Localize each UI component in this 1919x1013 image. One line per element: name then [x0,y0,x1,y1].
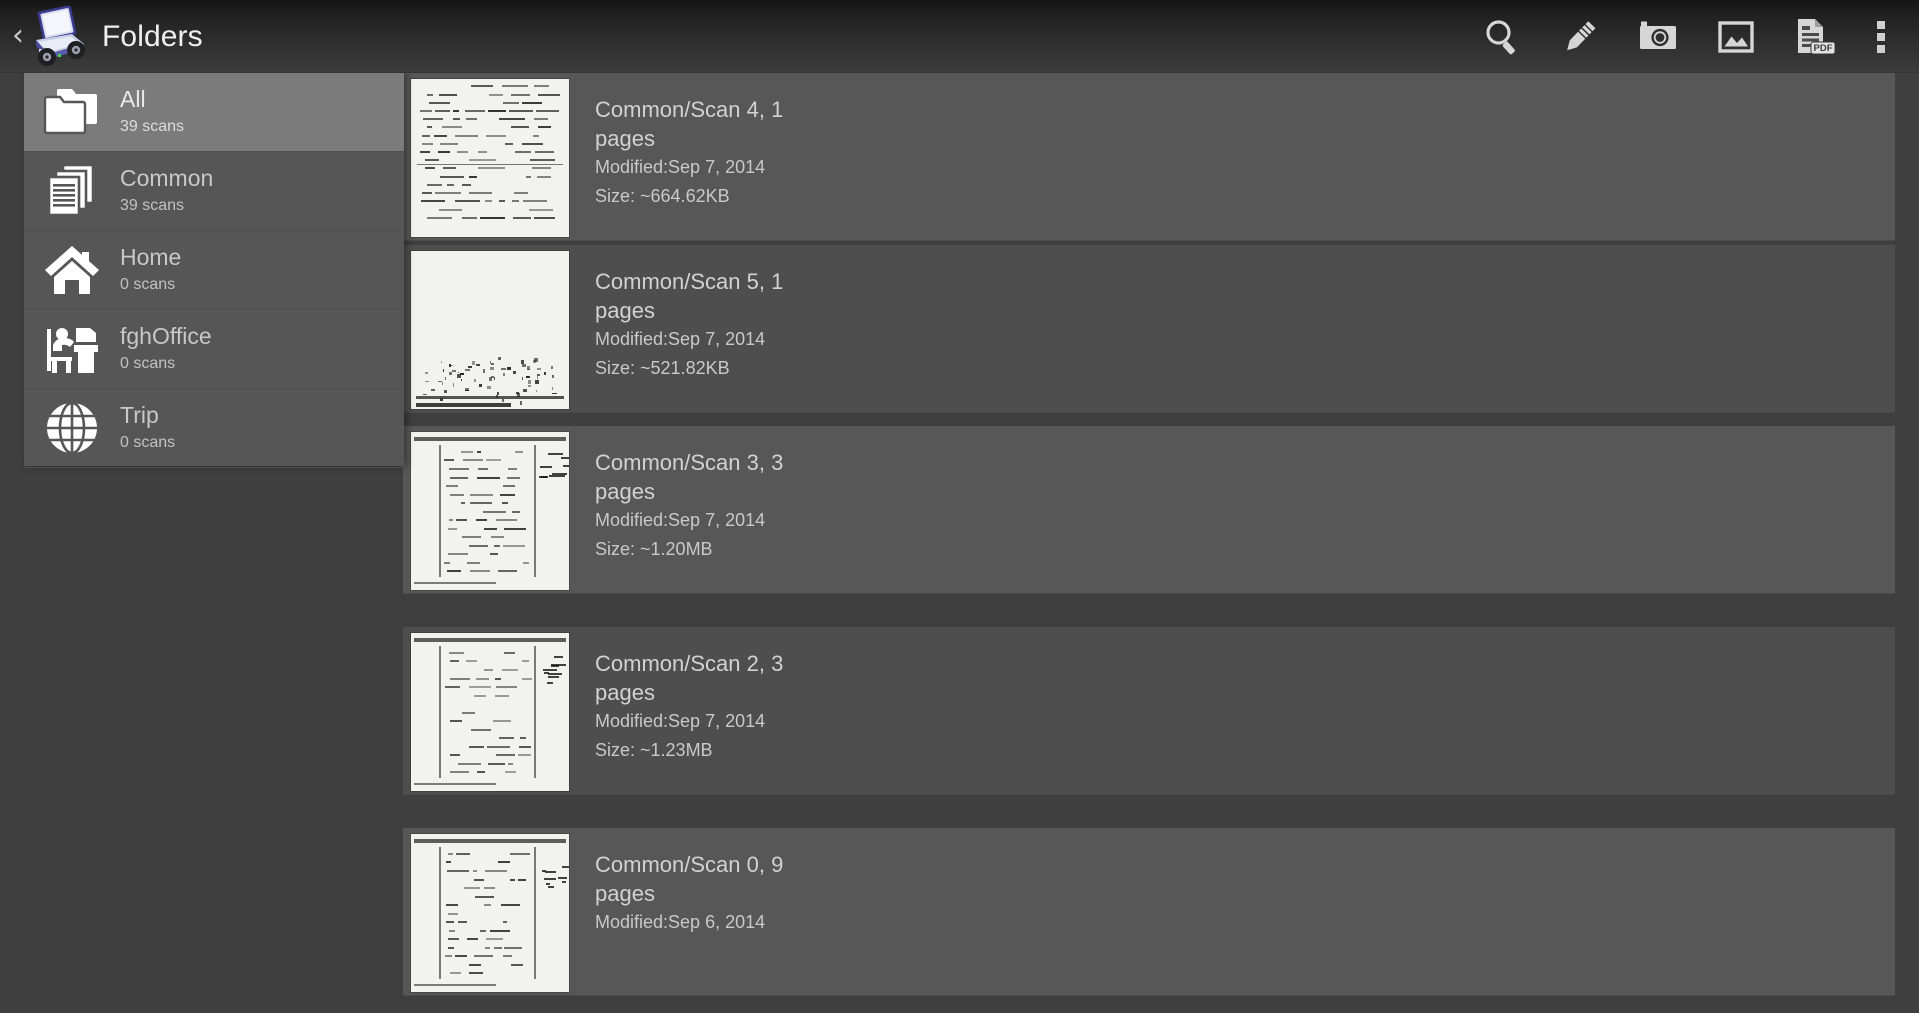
scan-title: Common/Scan 4, 1 pages [595,97,784,151]
scan-title: Common/Scan 3, 3 pages [595,450,784,504]
pdf-file-icon: PDF [1791,15,1837,59]
thumbnail-container [403,245,585,412]
page-title: Folders [102,19,203,53]
navigation-drawer: All 39 scans Common 39 scans Home 0 scan… [24,73,404,468]
sidebar-item-label: Trip [120,402,159,428]
scan-list-item[interactable]: Common/Scan 2, 3 pages Modified:Sep 7, 2… [403,627,1895,795]
scan-metadata: Common/Scan 5, 1 pages Modified:Sep 7, 2… [585,245,805,412]
scan-list-item[interactable]: Common/Scan 3, 3 pages Modified:Sep 7, 2… [403,426,1895,594]
scan-modified: Modified:Sep 7, 2014 [595,510,766,530]
toolbar-actions: PDF [1463,0,1919,73]
sidebar-item-label: Common [120,165,214,191]
list-gap [403,795,1919,828]
scan-metadata: Common/Scan 2, 3 pages Modified:Sep 7, 2… [585,627,805,794]
sidebar-item-common[interactable]: Common 39 scans [24,152,404,231]
scan-modified: Modified:Sep 7, 2014 [595,157,766,177]
scan-title: Common/Scan 2, 3 pages [595,651,784,705]
sidebar-item-count: 0 scans [120,434,176,451]
scan-size: Size: ~1.20MB [595,539,713,559]
scan-metadata: Common/Scan 3, 3 pages Modified:Sep 7, 2… [585,426,805,593]
sidebar-item-text: All 39 scans [120,86,184,138]
gallery-button[interactable] [1697,0,1775,73]
search-icon [1481,16,1523,58]
scan-metadata: Common/Scan 4, 1 pages Modified:Sep 7, 2… [585,73,805,240]
scanned-blank-page-thumbnail[interactable] [411,251,569,409]
thumbnail-container [403,828,585,995]
sidebar-item-count: 0 scans [120,355,176,372]
scan-metadata: Common/Scan 0, 9 pages Modified:Sep 6, 2… [585,828,805,995]
sidebar-item-count: 0 scans [120,276,176,293]
image-icon [1715,16,1757,58]
sidebar-item-home[interactable]: Home 0 scans [24,231,404,310]
pdf-button[interactable]: PDF [1775,0,1853,73]
scan-title: Common/Scan 0, 9 pages [595,852,784,906]
sidebar-item-count: 39 scans [120,118,185,135]
app-logo-scanner-icon[interactable] [28,4,90,68]
folders-icon [24,73,120,152]
sidebar-item-count: 39 scans [120,197,185,214]
sidebar-item-text: fghOffice 0 scans [120,323,212,375]
sidebar-item-label: fghOffice [120,323,212,349]
svg-text:PDF: PDF [1814,43,1833,54]
scan-size: Size: ~664.62KB [595,186,730,206]
scan-modified: Modified:Sep 6, 2014 [595,912,766,932]
list-gap [403,594,1919,627]
list-gap [403,413,1919,426]
sidebar-item-all[interactable]: All 39 scans [24,73,404,152]
sidebar-item-text: Trip 0 scans [120,402,175,454]
scanned-form-page-thumbnail[interactable] [411,633,569,791]
overflow-button[interactable] [1853,0,1909,73]
documents-icon [24,152,120,231]
scan-title: Common/Scan 5, 1 pages [595,269,784,323]
scan-size: Size: ~1.23MB [595,740,713,760]
scan-list[interactable]: Common/Scan 4, 1 pages Modified:Sep 7, 2… [403,73,1919,1013]
home-icon [24,231,120,310]
sidebar-item-fghoffice[interactable]: fghOffice 0 scans [24,310,404,389]
action-bar: ‹ Folders PDF [0,0,1919,73]
thumbnail-container [403,426,585,593]
sidebar-item-label: All [120,86,146,112]
search-button[interactable] [1463,0,1541,73]
scan-modified: Modified:Sep 7, 2014 [595,329,766,349]
sidebar-item-text: Home 0 scans [120,244,181,296]
camera-button[interactable] [1619,0,1697,73]
scan-modified: Modified:Sep 7, 2014 [595,711,766,731]
edit-button[interactable] [1541,0,1619,73]
scanned-form-page-thumbnail[interactable] [411,834,569,992]
sidebar-item-trip[interactable]: Trip 0 scans [24,389,404,468]
globe-icon [24,389,120,468]
office-icon [24,310,120,389]
more-vert-icon [1874,19,1888,55]
scan-list-item[interactable]: Common/Scan 4, 1 pages Modified:Sep 7, 2… [403,73,1895,241]
camera-icon [1636,15,1680,59]
thumbnail-container [403,627,585,794]
thumbnail-container [403,73,585,240]
pencil-icon [1559,16,1601,58]
scanned-text-page-thumbnail[interactable] [411,79,569,237]
scan-list-item[interactable]: Common/Scan 5, 1 pages Modified:Sep 7, 2… [403,245,1895,413]
scan-list-item[interactable]: Common/Scan 0, 9 pages Modified:Sep 6, 2… [403,828,1895,996]
scanned-form-page-thumbnail[interactable] [411,432,569,590]
sidebar-item-text: Common 39 scans [120,165,213,217]
scan-size: Size: ~521.82KB [595,358,730,378]
sidebar-item-label: Home [120,244,182,270]
